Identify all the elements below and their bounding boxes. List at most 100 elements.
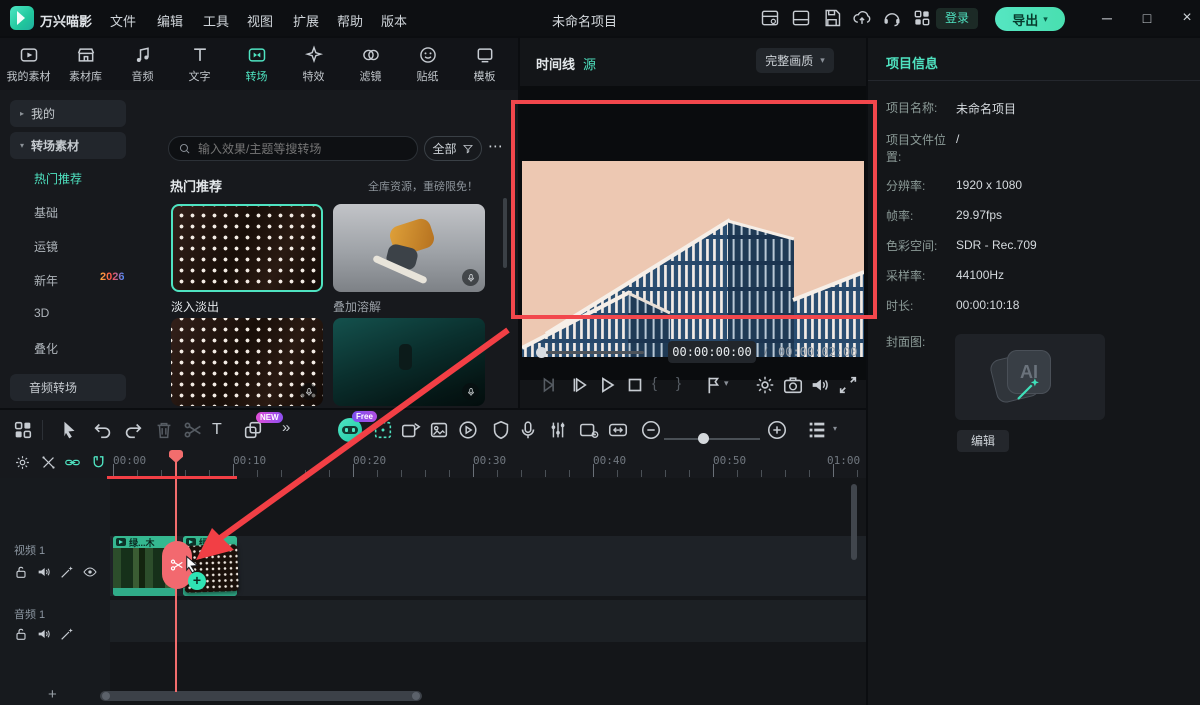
zoom-slider-handle[interactable] [698,433,709,444]
fit-timeline-button[interactable] [607,419,629,441]
menu-file[interactable]: 文件 [110,11,136,30]
edit-cover-button[interactable]: 编辑 [957,430,1009,452]
filter-all-button[interactable]: 全部 [424,136,482,161]
cloud-upload-icon[interactable] [852,8,872,28]
more-tools-button[interactable]: » [282,419,290,436]
search-bar[interactable] [168,136,418,161]
preview-tab-timeline[interactable]: 时间线 [536,54,575,73]
volume-button[interactable] [809,374,831,396]
menu-help[interactable]: 帮助 [337,11,363,30]
mark-in-button[interactable]: { [652,375,657,392]
menu-version[interactable]: 版本 [381,11,407,30]
hide-track-icon[interactable] [82,564,98,580]
audio-track-lane[interactable] [0,600,866,642]
timeline-ruler[interactable]: 00:00 00:10 00:20 00:30 00:40 00:50 01:0… [0,450,866,478]
cover-image-placeholder[interactable]: AI [955,334,1105,420]
export-chevron-icon[interactable]: ▾ [1043,14,1048,25]
sidebar-item-basic[interactable]: 基础 [34,204,58,221]
sidebar-item-hot[interactable]: 热门推荐 [34,170,82,187]
unlink-clips-icon[interactable] [40,454,57,471]
transition-thumb-fade-black[interactable] [333,318,485,406]
tab-stock-media[interactable]: 素材库 [57,38,114,90]
add-track-button[interactable]: + [48,686,57,703]
layout-panel-icon[interactable] [791,8,811,28]
tab-templates[interactable]: 模板 [456,38,513,90]
zoom-out-button[interactable] [640,419,662,441]
scrubber-track[interactable] [546,351,644,354]
window-close-button[interactable]: × [1172,6,1200,30]
sidebar-group-my[interactable]: ▸ 我的 [10,100,126,127]
tab-audio[interactable]: 音频 [114,38,171,90]
timeline-settings-icon[interactable] [14,454,31,471]
fullscreen-button[interactable] [837,374,859,396]
snapshot-button[interactable] [782,374,804,396]
preview-tab-source[interactable]: 源 [583,54,596,73]
menu-tools[interactable]: 工具 [203,11,229,30]
project-settings-icon[interactable] [760,8,780,28]
speed-button[interactable] [457,419,479,441]
voice-preview-icon[interactable] [462,269,479,286]
menu-view[interactable]: 视图 [247,11,273,30]
zoom-slider-track[interactable] [664,438,760,440]
tab-transitions[interactable]: 转场 [228,38,285,90]
zoom-in-button[interactable] [766,419,788,441]
media-browser-button[interactable] [12,419,34,441]
sidebar-item-camera-move[interactable]: 运镜 [34,238,58,255]
link-clips-icon[interactable] [64,454,81,471]
track-manager-chevron-icon[interactable]: ▾ [833,424,837,433]
mute-track-icon[interactable] [36,626,52,642]
mark-out-button[interactable]: } [676,375,681,392]
login-button[interactable]: 登录 [936,8,978,29]
transition-thumb-flash-black[interactable] [171,318,323,406]
menu-extensions[interactable]: 扩展 [293,11,319,30]
menu-edit[interactable]: 编辑 [157,11,183,30]
track-magic-icon[interactable] [59,564,75,580]
tab-my-media[interactable]: 我的素材 [0,38,57,90]
stop-button[interactable] [624,374,646,396]
delete-button[interactable] [153,419,175,441]
quality-dropdown[interactable]: 完整画质 ▾ [756,48,834,73]
screen-record-button[interactable] [578,419,600,441]
tab-effects[interactable]: 特效 [285,38,342,90]
redo-button[interactable] [122,419,144,441]
sidebar-group-audio-transition[interactable]: 音频转场 [10,374,126,401]
current-timecode[interactable]: 00:00:00:00 [668,341,756,363]
snap-magnet-icon[interactable] [90,454,107,471]
search-input[interactable] [198,142,398,156]
audio-mixer-button[interactable] [547,419,569,441]
split-button[interactable] [182,419,204,441]
window-minimize-button[interactable]: ─ [1092,6,1122,30]
marker-flag-button[interactable] [702,374,724,396]
previous-frame-button[interactable] [538,374,560,396]
transition-thumb-overlay-dissolve[interactable] [333,204,485,292]
play-button[interactable] [596,374,618,396]
window-maximize-button[interactable]: □ [1132,6,1162,30]
portrait-cutout-button[interactable] [428,419,450,441]
tab-text[interactable]: 文字 [171,38,228,90]
mute-track-icon[interactable] [36,564,52,580]
library-scrollbar[interactable] [503,198,507,268]
lock-track-icon[interactable] [13,626,29,642]
export-button[interactable]: 导出 ▾ [995,7,1065,31]
select-tool-button[interactable] [58,419,80,441]
save-icon[interactable] [822,8,842,28]
smart-crop-button[interactable] [372,419,394,441]
more-options-button[interactable]: ⋯ [488,134,512,160]
sidebar-item-dissolve[interactable]: 叠化 [34,340,58,357]
export-clip-button[interactable] [400,419,422,441]
apps-grid-icon[interactable] [912,8,932,28]
tab-filters[interactable]: 滤镜 [342,38,399,90]
voice-preview-icon[interactable] [300,383,317,400]
support-headset-icon[interactable] [882,8,902,28]
stabilize-button[interactable] [490,419,512,441]
tab-stickers[interactable]: 贴纸 [399,38,456,90]
track-magic-icon[interactable] [59,626,75,642]
text-tool-button[interactable]: T [212,421,222,439]
lock-track-icon[interactable] [13,564,29,580]
voiceover-button[interactable] [517,419,539,441]
transition-thumb-fade[interactable] [171,204,323,292]
voice-preview-icon[interactable] [462,383,479,400]
sidebar-item-new-year[interactable]: 新年 [34,272,58,289]
sidebar-group-transition-assets[interactable]: ▾ 转场素材 [10,132,126,159]
undo-button[interactable] [92,419,114,441]
